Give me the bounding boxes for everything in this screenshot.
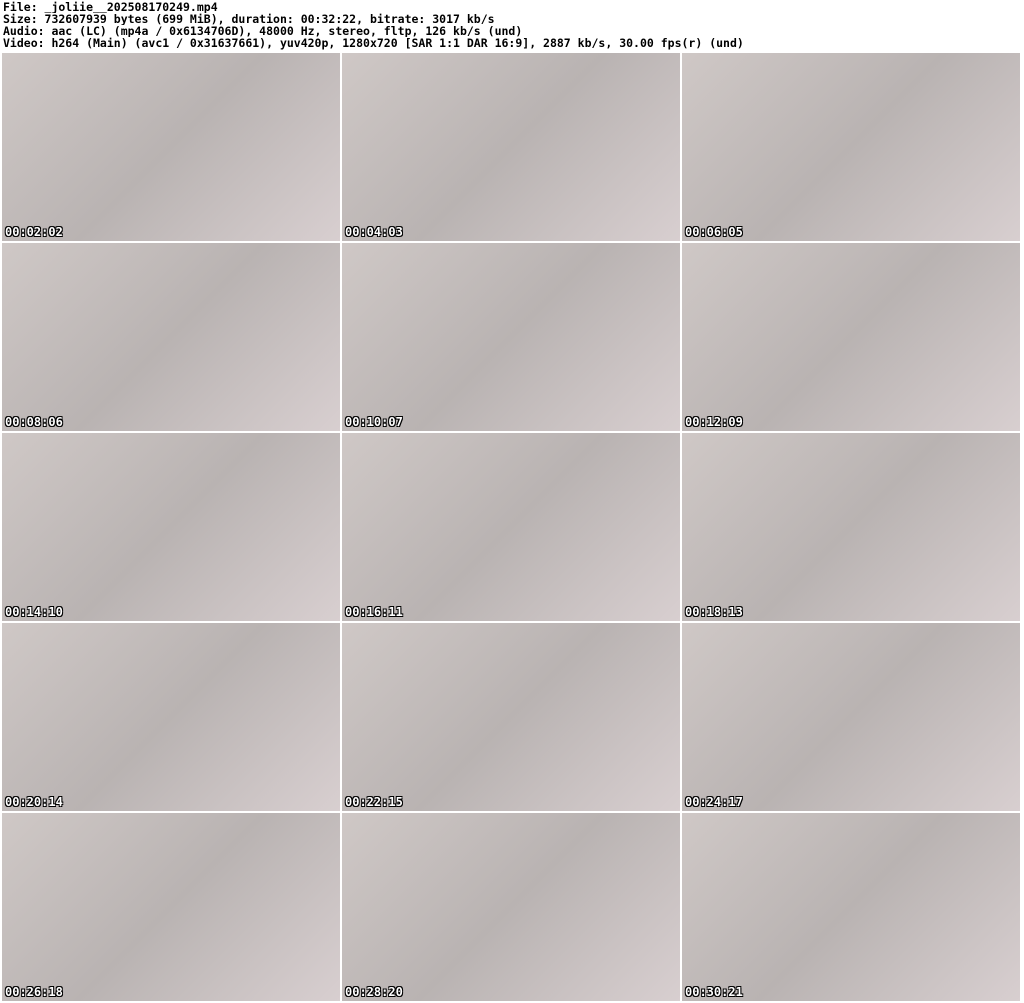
video-frame-thumbnail: 00:22:15 bbox=[342, 623, 680, 811]
frame-timestamp: 00:10:07 bbox=[345, 415, 403, 429]
thumbnail-placeholder bbox=[2, 813, 340, 1001]
thumbnail-placeholder bbox=[342, 433, 680, 621]
frame-timestamp: 00:06:05 bbox=[685, 225, 743, 239]
thumbnail-placeholder bbox=[2, 243, 340, 431]
thumbnail-placeholder bbox=[682, 433, 1020, 621]
frame-timestamp: 00:04:03 bbox=[345, 225, 403, 239]
frame-timestamp: 00:08:06 bbox=[5, 415, 63, 429]
video-info: Video: h264 (Main) (avc1 / 0x31637661), … bbox=[3, 36, 744, 50]
frame-timestamp: 00:28:20 bbox=[345, 985, 403, 999]
video-frame-thumbnail: 00:10:07 bbox=[342, 243, 680, 431]
video-frame-thumbnail: 00:06:05 bbox=[682, 53, 1020, 241]
frame-timestamp: 00:18:13 bbox=[685, 605, 743, 619]
thumbnail-placeholder bbox=[2, 433, 340, 621]
thumbnail-placeholder bbox=[682, 623, 1020, 811]
frame-timestamp: 00:14:10 bbox=[5, 605, 63, 619]
video-frame-thumbnail: 00:18:13 bbox=[682, 433, 1020, 621]
video-frame-thumbnail: 00:04:03 bbox=[342, 53, 680, 241]
thumbnail-placeholder bbox=[682, 243, 1020, 431]
frame-timestamp: 00:16:11 bbox=[345, 605, 403, 619]
video-frame-thumbnail: 00:14:10 bbox=[2, 433, 340, 621]
video-frame-thumbnail: 00:12:09 bbox=[682, 243, 1020, 431]
file-info-header: File: _joliie__202508170249.mp4 Size: 73… bbox=[0, 0, 1024, 52]
frame-timestamp: 00:26:18 bbox=[5, 985, 63, 999]
thumbnail-placeholder bbox=[2, 623, 340, 811]
frame-timestamp: 00:22:15 bbox=[345, 795, 403, 809]
video-frame-thumbnail: 00:30:21 bbox=[682, 813, 1020, 1001]
video-frame-thumbnail: 00:24:17 bbox=[682, 623, 1020, 811]
video-frame-thumbnail: 00:08:06 bbox=[2, 243, 340, 431]
video-frame-thumbnail: 00:20:14 bbox=[2, 623, 340, 811]
thumbnail-grid: 00:02:02 00:04:03 00:06:05 00:08:06 00:10:07… bbox=[2, 53, 1020, 1001]
frame-timestamp: 00:20:14 bbox=[5, 795, 63, 809]
video-frame-thumbnail: 00:02:02 bbox=[2, 53, 340, 241]
thumbnail-placeholder bbox=[682, 53, 1020, 241]
frame-timestamp: 00:24:17 bbox=[685, 795, 743, 809]
thumbnail-placeholder bbox=[342, 243, 680, 431]
thumbnail-placeholder bbox=[342, 623, 680, 811]
thumbnail-placeholder bbox=[342, 53, 680, 241]
video-frame-thumbnail: 00:16:11 bbox=[342, 433, 680, 621]
frame-timestamp: 00:30:21 bbox=[685, 985, 743, 999]
frame-timestamp: 00:02:02 bbox=[5, 225, 63, 239]
thumbnail-placeholder bbox=[682, 813, 1020, 1001]
thumbnail-placeholder bbox=[2, 53, 340, 241]
thumbnail-placeholder bbox=[342, 813, 680, 1001]
video-frame-thumbnail: 00:26:18 bbox=[2, 813, 340, 1001]
frame-timestamp: 00:12:09 bbox=[685, 415, 743, 429]
video-frame-thumbnail: 00:28:20 bbox=[342, 813, 680, 1001]
